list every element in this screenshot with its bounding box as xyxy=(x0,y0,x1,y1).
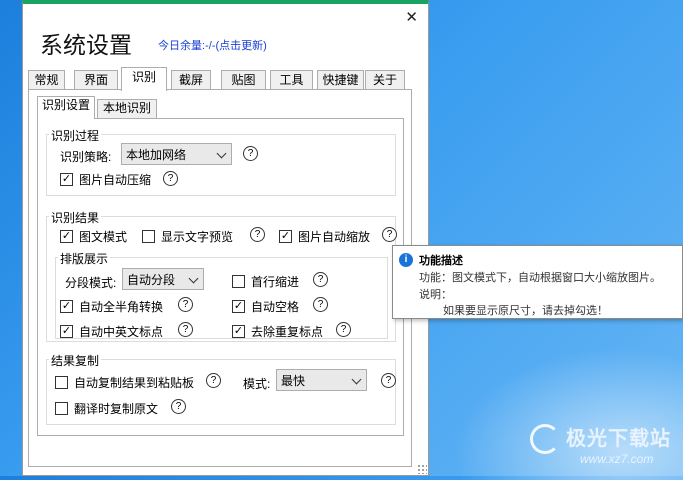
feature-tooltip: i 功能描述 功能：图文模式下，自动根据窗口大小缩放图片。 说明： 如果要显示原… xyxy=(392,245,683,319)
paragraph-mode-value: 自动分段 xyxy=(127,272,176,287)
first-indent-option[interactable]: 首行缩进 xyxy=(232,273,299,290)
auto-copy-option[interactable]: 自动复制结果到粘贴板 xyxy=(55,374,194,391)
remove-dup-option[interactable]: ✓ 去除重复标点 xyxy=(232,323,323,340)
auto-width-checkbox[interactable]: ✓ xyxy=(60,300,73,313)
help-icon[interactable]: ? xyxy=(163,171,178,186)
strategy-value: 本地加网络 xyxy=(126,147,187,162)
checkmark-icon: ✓ xyxy=(61,300,72,312)
group-title-recognition-process: 识别过程 xyxy=(49,127,102,144)
image-text-mode-label: 图文模式 xyxy=(79,230,128,244)
chevron-down-icon xyxy=(188,273,199,284)
auto-zoom-label: 图片自动缩放 xyxy=(298,230,371,244)
group-title-result-copy: 结果复制 xyxy=(49,352,102,369)
checkmark-icon: ✓ xyxy=(61,325,72,337)
show-preview-option[interactable]: 显示文字预览 xyxy=(142,228,233,245)
auto-space-option[interactable]: ✓ 自动空格 xyxy=(232,298,299,315)
help-icon[interactable]: ? xyxy=(206,373,221,388)
auto-space-label: 自动空格 xyxy=(251,300,300,314)
copy-original-option[interactable]: 翻译时复制原文 xyxy=(55,400,158,417)
watermark-name: 极光下载站 xyxy=(566,428,671,450)
paragraph-mode-label: 分段模式: xyxy=(65,276,117,290)
tab-screenshot[interactable]: 截屏 xyxy=(171,70,211,90)
copy-original-checkbox[interactable] xyxy=(55,402,68,415)
quota-label: 今日余量:-/- xyxy=(158,40,216,52)
auto-width-label: 自动全半角转换 xyxy=(79,300,164,314)
subtab-recognition-settings[interactable]: 识别设置 xyxy=(37,96,95,119)
chevron-down-icon xyxy=(351,374,362,385)
checkmark-icon: ✓ xyxy=(233,325,244,337)
recognition-settings-panel: 识别过程 识别策略: 本地加网络 ? ✓ 图片自动压缩 ? 识别结果 ✓ 图文模… xyxy=(37,118,404,436)
aurora-logo-icon xyxy=(530,424,560,454)
help-icon[interactable]: ? xyxy=(178,322,193,337)
checkmark-icon: ✓ xyxy=(61,173,72,185)
auto-punct-label: 自动中英文标点 xyxy=(79,325,164,339)
paragraph-mode-select[interactable]: 自动分段 xyxy=(122,268,204,290)
auto-compress-checkbox[interactable]: ✓ xyxy=(60,173,73,186)
auto-copy-label: 自动复制结果到粘贴板 xyxy=(74,376,195,390)
copy-original-label: 翻译时复制原文 xyxy=(74,402,159,416)
quota-info: 今日余量:-/-(点击更新) xyxy=(158,37,267,53)
settings-window: ✕ 系统设置 今日余量:-/-(点击更新) 常规 界面 识别 截屏 贴图 工具 … xyxy=(22,0,429,476)
strategy-label: 识别策略: xyxy=(60,150,112,164)
remove-dup-label: 去除重复标点 xyxy=(251,325,324,339)
tab-tools[interactable]: 工具 xyxy=(270,70,313,90)
tab-general[interactable]: 常规 xyxy=(28,70,65,90)
help-icon[interactable]: ? xyxy=(381,373,396,388)
tooltip-note-text: 如果要显示原尺寸，请去掉勾选！ xyxy=(443,305,608,317)
group-title-layout-display: 排版展示 xyxy=(58,250,111,267)
recognition-panel: 识别设置 本地识别 识别过程 识别策略: 本地加网络 ? ✓ 图片自动压缩 ? … xyxy=(28,89,412,467)
help-icon[interactable]: ? xyxy=(250,227,265,242)
auto-width-option[interactable]: ✓ 自动全半角转换 xyxy=(60,298,163,315)
tab-interface[interactable]: 界面 xyxy=(74,70,118,90)
checkmark-icon: ✓ xyxy=(61,230,72,242)
close-icon[interactable]: ✕ xyxy=(405,10,418,25)
auto-zoom-checkbox[interactable]: ✓ xyxy=(279,230,292,243)
first-indent-label: 首行缩进 xyxy=(251,275,300,289)
help-icon[interactable]: ? xyxy=(313,297,328,312)
help-icon[interactable]: ? xyxy=(243,146,258,161)
strategy-select[interactable]: 本地加网络 xyxy=(121,143,232,165)
auto-zoom-option[interactable]: ✓ 图片自动缩放 xyxy=(279,228,370,245)
tab-hotkeys[interactable]: 快捷键 xyxy=(317,70,364,90)
tooltip-function-text: 功能：图文模式下，自动根据窗口大小缩放图片。 xyxy=(419,272,661,284)
help-icon[interactable]: ? xyxy=(382,227,397,242)
watermark: 极光下载站 www.xz7.com xyxy=(518,418,683,474)
auto-compress-option[interactable]: ✓ 图片自动压缩 xyxy=(60,171,151,188)
first-indent-checkbox[interactable] xyxy=(232,275,245,288)
checkmark-icon: ✓ xyxy=(233,300,244,312)
watermark-url: www.xz7.com xyxy=(580,452,654,466)
copy-mode-select[interactable]: 最快 xyxy=(276,369,367,391)
image-text-mode-option[interactable]: ✓ 图文模式 xyxy=(60,228,127,245)
copy-mode-label: 模式: xyxy=(243,377,271,391)
help-icon[interactable]: ? xyxy=(171,399,186,414)
window-title: 系统设置 xyxy=(40,32,132,58)
subtab-local-recognition[interactable]: 本地识别 xyxy=(97,99,157,118)
auto-copy-checkbox[interactable] xyxy=(55,376,68,389)
auto-punct-checkbox[interactable]: ✓ xyxy=(60,325,73,338)
tooltip-note-label: 说明： xyxy=(419,289,452,301)
quota-refresh-link[interactable]: (点击更新) xyxy=(215,40,266,52)
remove-dup-checkbox[interactable]: ✓ xyxy=(232,325,245,338)
help-icon[interactable]: ? xyxy=(178,297,193,312)
auto-space-checkbox[interactable]: ✓ xyxy=(232,300,245,313)
help-icon[interactable]: ? xyxy=(313,272,328,287)
tab-recognition[interactable]: 识别 xyxy=(121,67,167,91)
show-preview-checkbox[interactable] xyxy=(142,230,155,243)
checkmark-icon: ✓ xyxy=(280,230,291,242)
help-icon[interactable]: ? xyxy=(336,322,351,337)
resize-grip[interactable] xyxy=(417,464,427,474)
copy-mode-value: 最快 xyxy=(281,373,306,388)
tab-pin[interactable]: 贴图 xyxy=(221,70,266,90)
show-preview-label: 显示文字预览 xyxy=(161,230,234,244)
tooltip-title: 功能描述 xyxy=(419,255,463,267)
info-icon: i xyxy=(399,253,413,267)
auto-compress-label: 图片自动压缩 xyxy=(79,173,152,187)
auto-punct-option[interactable]: ✓ 自动中英文标点 xyxy=(60,323,163,340)
group-title-recognition-result: 识别结果 xyxy=(49,209,102,226)
chevron-down-icon xyxy=(216,148,227,159)
image-text-mode-checkbox[interactable]: ✓ xyxy=(60,230,73,243)
tab-about[interactable]: 关于 xyxy=(365,70,405,90)
